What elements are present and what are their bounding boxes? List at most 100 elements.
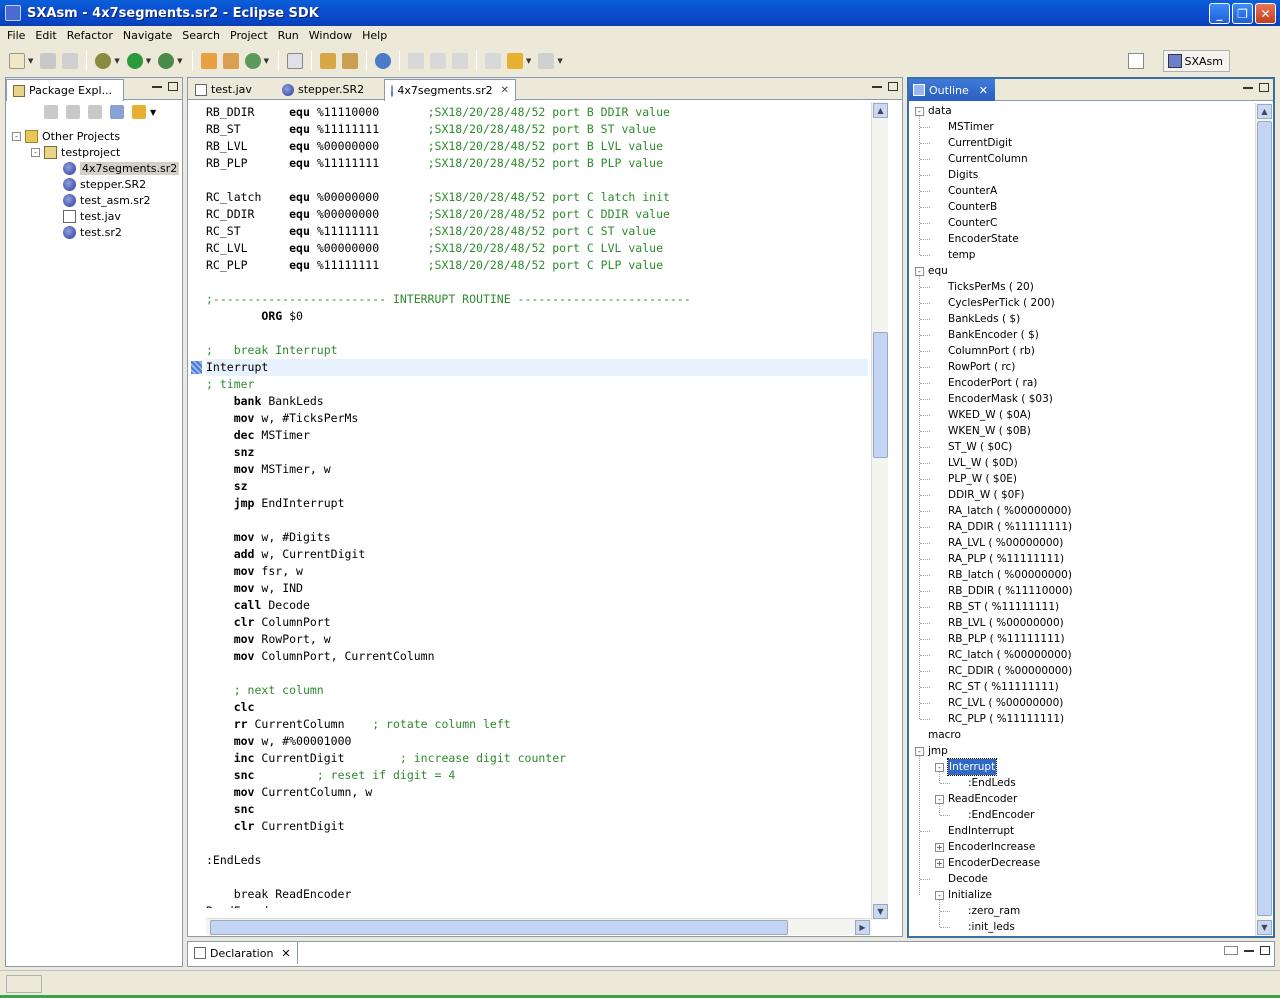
outline-item-encoderstate[interactable]: EncoderState (935, 231, 1019, 247)
breakpoint-marker-icon[interactable] (191, 361, 202, 374)
tree-item-stepper-sr2[interactable]: stepper.SR2 (50, 176, 146, 192)
perspective-switcher[interactable]: SXAsm (1162, 50, 1230, 72)
outline-item-ticksperms-20[interactable]: TicksPerMs ( 20) (935, 279, 1034, 295)
wrench-icon[interactable] (341, 53, 358, 69)
scroll-down-arrow-icon[interactable]: ▼ (873, 904, 888, 919)
outline-item-digits[interactable]: Digits (935, 167, 978, 183)
outline-item-currentcolumn[interactable]: CurrentColumn (935, 151, 1028, 167)
menu-edit[interactable]: Edit (30, 29, 61, 42)
pin-icon[interactable] (484, 53, 501, 69)
collapse-icon[interactable]: - (915, 106, 924, 116)
outline-item-macro[interactable]: macro (915, 727, 961, 743)
open-type-icon[interactable] (286, 53, 303, 69)
scroll-up-arrow-icon[interactable]: ▲ (873, 103, 888, 118)
outline-item-encoderdecrease[interactable]: + EncoderDecrease (935, 855, 1040, 871)
collapse-all-icon[interactable] (110, 105, 124, 119)
outline-item-wken-w-0b[interactable]: WKEN_W ( $0B) (935, 423, 1031, 439)
outline-maximize-icon[interactable] (1259, 83, 1269, 92)
outline-item-rc-ddir-00000000[interactable]: RC_DDIR ( %00000000) (935, 663, 1072, 679)
close-declaration-icon[interactable]: ✕ (281, 947, 290, 960)
collapse-icon[interactable]: - (915, 266, 924, 276)
outline-item-wked-w-0a[interactable]: WKED_W ( $0A) (935, 407, 1031, 423)
expand-icon[interactable]: + (935, 842, 944, 852)
menu-file[interactable]: File (2, 29, 30, 42)
editor-horizontal-scrollbar[interactable]: ▶ (206, 918, 871, 935)
fast-view-bar[interactable] (6, 975, 42, 993)
outline-item-encodermask-03[interactable]: EncoderMask ( $03) (935, 391, 1053, 407)
outline-item-currentdigit[interactable]: CurrentDigit (935, 135, 1012, 151)
close-outline-icon[interactable]: ✕ (979, 84, 988, 97)
run-icon[interactable] (126, 53, 143, 69)
minimize-button[interactable]: _ (1209, 3, 1230, 24)
outline-item-data[interactable]: - data (915, 103, 952, 119)
menu-project[interactable]: Project (225, 29, 273, 42)
save-icon[interactable] (40, 53, 57, 69)
link-editor-icon[interactable] (132, 105, 146, 119)
outline-item-bankleds[interactable]: BankLeds ( $) (935, 311, 1020, 327)
outline-scroll-thumb[interactable] (1257, 121, 1272, 916)
tab-4x7segments-sr2[interactable]: 4x7segments.sr2 ✕ (384, 79, 516, 101)
decl-maximize-icon[interactable] (1260, 946, 1270, 955)
outline-scroll-up-icon[interactable]: ▲ (1257, 104, 1272, 119)
tree-item-test-sr2[interactable]: test.sr2 (50, 224, 122, 240)
external-tools-icon[interactable] (158, 53, 175, 69)
outline-item-endleds[interactable]: :EndLeds (955, 775, 1016, 791)
outline-item-mstimer[interactable]: MSTimer (935, 119, 994, 135)
outline-item-endencoder[interactable]: :EndEncoder (955, 807, 1034, 823)
outline-item-initialize[interactable]: - Initialize (935, 887, 992, 903)
minimize-icon[interactable] (152, 82, 162, 88)
outline-item-ra-latch-00000000[interactable]: RA_latch ( %00000000) (935, 503, 1072, 519)
print-icon[interactable] (62, 53, 79, 69)
outline-item-rc-st-11111111[interactable]: RC_ST ( %11111111) (935, 679, 1059, 695)
collapse-icon[interactable]: - (935, 794, 944, 804)
tab-stepper-sr2[interactable]: stepper.SR2 (276, 79, 382, 100)
outline-item-zero-ram[interactable]: :zero_ram (955, 903, 1020, 919)
menu-refactor[interactable]: Refactor (62, 29, 118, 42)
outline-item-rc-lvl-00000000[interactable]: RC_LVL ( %00000000) (935, 695, 1063, 711)
hscroll-thumb[interactable] (210, 920, 788, 935)
prev-annotation-icon[interactable] (429, 53, 446, 69)
tab-test-jav[interactable]: test.jav (189, 79, 274, 100)
collapse-icon[interactable]: - (915, 746, 924, 756)
menu-run[interactable]: Run (273, 29, 304, 42)
new-interface-icon[interactable] (244, 53, 261, 69)
close-tab-icon[interactable]: ✕ (501, 85, 509, 96)
outline-item-rb-plp-11111111[interactable]: RB_PLP ( %11111111) (935, 631, 1065, 647)
editor-minimize-icon[interactable] (872, 82, 882, 88)
outline-item-readencoder[interactable]: - ReadEncoder (935, 791, 1017, 807)
open-folder-icon[interactable] (319, 53, 336, 69)
collapse-icon[interactable]: - (31, 147, 40, 157)
outline-item-counterb[interactable]: CounterB (935, 199, 997, 215)
scroll-thumb[interactable] (873, 332, 888, 458)
up-icon[interactable] (88, 105, 102, 119)
editor-vertical-scrollbar[interactable]: ▲ ▼ (871, 102, 888, 920)
outline-item-bankencoder[interactable]: BankEncoder ( $) (935, 327, 1039, 343)
outline-item-init-leds[interactable]: :init_leds (955, 919, 1015, 935)
outline-item-counterc[interactable]: CounterC (935, 215, 997, 231)
menu-search[interactable]: Search (177, 29, 225, 42)
close-button[interactable]: ✕ (1255, 3, 1276, 24)
outline-scroll-down-icon[interactable]: ▼ (1257, 920, 1272, 935)
outline-item-countera[interactable]: CounterA (935, 183, 997, 199)
outline-item-rc-latch-00000000[interactable]: RC_latch ( %00000000) (935, 647, 1072, 663)
editor-maximize-icon[interactable] (888, 82, 898, 91)
restore-icon[interactable] (1224, 946, 1238, 955)
last-edit-icon[interactable] (451, 53, 468, 69)
back-arrow-icon[interactable] (506, 53, 523, 69)
outline-item-rb-lvl-00000000[interactable]: RB_LVL ( %00000000) (935, 615, 1064, 631)
outline-item-cyclespertick-200[interactable]: CyclesPerTick ( 200) (935, 295, 1055, 311)
outline-item-encoderincrease[interactable]: + EncoderIncrease (935, 839, 1035, 855)
tree-item-test-asm-sr2[interactable]: test_asm.sr2 (50, 192, 151, 208)
tree-item-4x7segments-sr2[interactable]: 4x7segments.sr2 (50, 160, 180, 176)
collapse-icon[interactable]: - (12, 131, 21, 141)
outline-item-columnport-rb[interactable]: ColumnPort ( rb) (935, 343, 1035, 359)
outline-item-ra-plp-11111111[interactable]: RA_PLP ( %11111111) (935, 551, 1064, 567)
outline-item-ra-lvl-00000000[interactable]: RA_LVL ( %00000000) (935, 535, 1063, 551)
menu-help[interactable]: Help (357, 29, 392, 42)
new-package-icon[interactable] (200, 53, 217, 69)
collapse-icon[interactable]: - (935, 762, 944, 772)
new-icon[interactable] (9, 53, 25, 69)
outline-item-encoderport-ra[interactable]: EncoderPort ( ra) (935, 375, 1037, 391)
outline-item-rc-plp-11111111[interactable]: RC_PLP ( %11111111) (935, 711, 1064, 727)
outline-item-st-w-0c[interactable]: ST_W ( $0C) (935, 439, 1012, 455)
